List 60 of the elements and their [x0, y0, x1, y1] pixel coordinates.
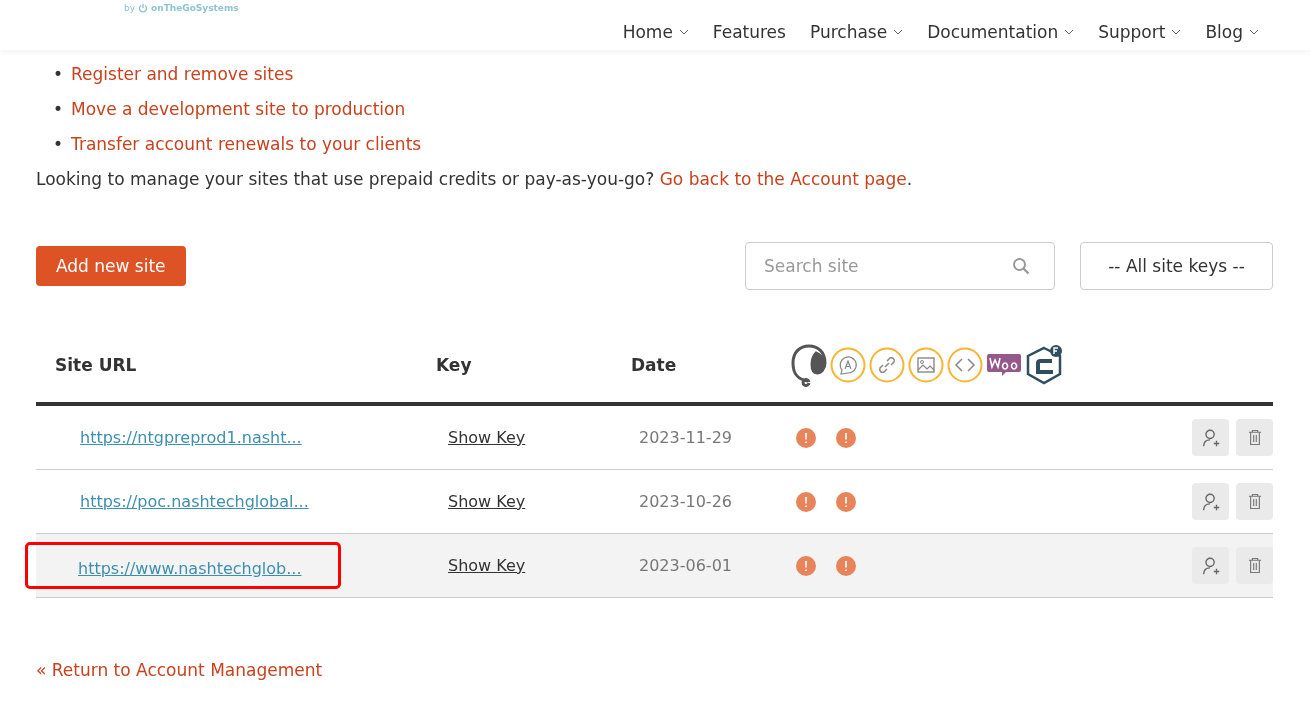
delete-button[interactable]: [1236, 547, 1273, 584]
date-text: 2023-06-01: [639, 556, 732, 575]
link-icon: [869, 347, 905, 383]
chevron-down-icon: [1171, 29, 1182, 35]
headset-logo-icon: [791, 343, 827, 387]
brand-name: onTheGoSystems: [151, 3, 239, 13]
forms-logo-icon: [1025, 344, 1063, 386]
nav-link[interactable]: Features: [700, 22, 798, 42]
warning-icon: [796, 491, 816, 512]
woo-logo-icon: [986, 352, 1022, 378]
nav-link[interactable]: Documentation: [915, 22, 1087, 42]
add-user-button[interactable]: [1192, 547, 1229, 584]
image-icon: [908, 347, 944, 383]
help-link[interactable]: Transfer account renewals to your clients: [71, 134, 422, 154]
add-user-button[interactable]: [1192, 419, 1229, 456]
add-site-button[interactable]: Add new site: [36, 246, 186, 286]
warning-icon: [836, 555, 856, 576]
site-url-link[interactable]: https://poc.nashtechglobal...: [80, 492, 309, 511]
date-text: 2023-10-26: [639, 492, 732, 511]
nav-link[interactable]: Support: [1086, 22, 1194, 42]
warning-icon: [836, 491, 856, 512]
date-text: 2023-11-29: [639, 428, 732, 447]
column-header: Site URL: [54, 355, 138, 375]
show-key-link[interactable]: Show Key: [448, 428, 526, 447]
trash-icon: [1247, 557, 1262, 574]
site-url-link[interactable]: https://ntgpreprod1.nasht...: [80, 428, 302, 447]
byline-text: by: [124, 3, 136, 13]
chevron-down-icon: [893, 29, 904, 35]
column-header: Key: [436, 355, 473, 375]
chevron-down-icon: [1064, 29, 1075, 35]
site-keys-dropdown[interactable]: -- All site keys --: [1080, 242, 1273, 290]
show-key-link[interactable]: Show Key: [448, 492, 526, 511]
delete-button[interactable]: [1236, 483, 1273, 520]
trash-icon: [1247, 493, 1262, 510]
chevron-down-icon: [678, 29, 689, 35]
help-link[interactable]: Move a development site to production: [71, 99, 406, 119]
account-page-link[interactable]: Go back to the Account page: [659, 169, 907, 189]
chevron-down-icon: [1249, 29, 1259, 35]
info-sentence: Looking to manage your sites that use prepaid credits or pay-as-you-go? Go back to the Account page.: [36, 169, 914, 189]
bullet: •: [53, 99, 65, 119]
power-icon: [138, 3, 149, 13]
show-key-link[interactable]: Show Key: [448, 556, 526, 575]
code-icon: [947, 347, 983, 383]
search-icon: [1012, 257, 1030, 275]
nav-link[interactable]: Blog: [1193, 22, 1271, 42]
nav-link[interactable]: Purchase: [797, 22, 916, 42]
nav-link[interactable]: Home: [610, 22, 701, 42]
bullet: •: [53, 134, 65, 154]
trash-icon: [1247, 429, 1262, 446]
bullet: •: [53, 64, 65, 84]
warning-icon: [836, 427, 856, 448]
column-header: Date: [631, 355, 678, 375]
help-link[interactable]: Register and remove sites: [71, 64, 294, 84]
warning-icon: [796, 427, 816, 448]
delete-button[interactable]: [1236, 419, 1273, 456]
warning-icon: [796, 555, 816, 576]
return-link[interactable]: « Return to Account Management: [36, 660, 323, 680]
translate-bubble-icon: [830, 347, 866, 383]
add-user-button[interactable]: [1192, 483, 1229, 520]
search-field[interactable]: Search site: [745, 242, 1055, 290]
